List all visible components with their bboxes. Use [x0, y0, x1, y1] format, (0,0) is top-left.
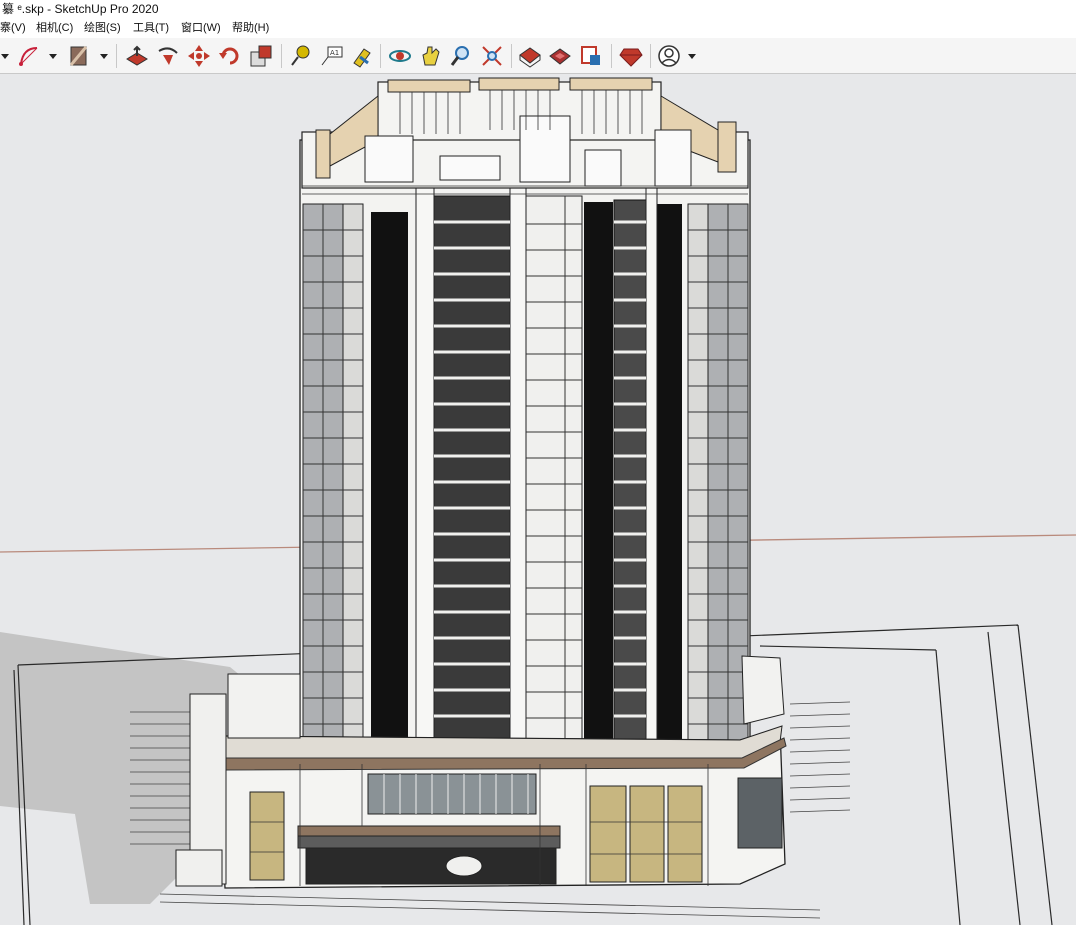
- menu-bar: 寨(V) 相机(C) 绘图(S) 工具(T) 窗口(W) 帮助(H): [0, 19, 1076, 38]
- rotate-icon[interactable]: [217, 43, 243, 69]
- menu-view[interactable]: 寨(V): [0, 19, 26, 38]
- account-icon[interactable]: [656, 43, 682, 69]
- menu-help[interactable]: 帮助(H): [232, 19, 269, 38]
- menu-window[interactable]: 窗口(W): [181, 19, 221, 38]
- chevron-down-icon[interactable]: [48, 51, 58, 61]
- chevron-down-icon[interactable]: [0, 51, 10, 61]
- toolbar-separator: [611, 44, 612, 68]
- scale-icon[interactable]: [248, 43, 274, 69]
- window-title: 纂 ᵉ.skp - SketchUp Pro 2020: [0, 0, 1076, 19]
- menu-camera[interactable]: 相机(C): [36, 19, 73, 38]
- paint-brush-icon[interactable]: [348, 43, 374, 69]
- extension-warehouse-icon[interactable]: [547, 43, 573, 69]
- ruby-icon[interactable]: [618, 43, 644, 69]
- toolbar-separator: [650, 44, 651, 68]
- zoom-extents-icon[interactable]: [479, 43, 505, 69]
- chevron-down-icon[interactable]: [99, 51, 109, 61]
- pan-icon[interactable]: [418, 43, 444, 69]
- move-icon[interactable]: [186, 43, 212, 69]
- zoom-icon[interactable]: [448, 43, 474, 69]
- push-pull-icon[interactable]: [124, 43, 150, 69]
- toolbar-separator: [116, 44, 117, 68]
- menu-draw[interactable]: 绘图(S): [84, 19, 121, 38]
- follow-me-icon[interactable]: [155, 43, 181, 69]
- warehouse-icon[interactable]: [517, 43, 543, 69]
- orbit-icon[interactable]: [387, 43, 413, 69]
- toolbar-separator: [281, 44, 282, 68]
- arc-icon[interactable]: [16, 43, 42, 69]
- svg-text:A1: A1: [330, 49, 339, 57]
- chevron-down-icon[interactable]: [687, 51, 697, 61]
- main-toolbar: A1: [0, 38, 1076, 74]
- paint-bucket-icon[interactable]: [66, 43, 92, 69]
- building-tower: [175, 77, 787, 889]
- toolbar-separator: [511, 44, 512, 68]
- toolbar-separator: [380, 44, 381, 68]
- text-label-icon[interactable]: A1: [319, 43, 345, 69]
- model-viewport[interactable]: [0, 74, 1076, 925]
- menu-tools[interactable]: 工具(T): [133, 19, 169, 38]
- send-to-layout-icon[interactable]: [578, 43, 604, 69]
- tape-measure-icon[interactable]: [288, 43, 314, 69]
